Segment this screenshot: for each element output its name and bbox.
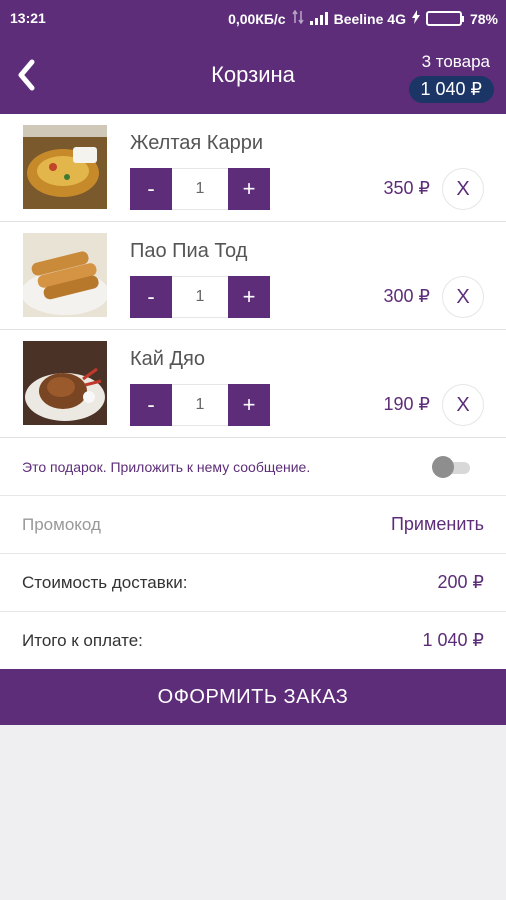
total-label: Итого к оплате: xyxy=(22,630,143,650)
item-name: Кай Дяо xyxy=(130,348,205,370)
item-photo xyxy=(23,341,107,425)
quantity-value[interactable]: 1 xyxy=(172,276,228,318)
remove-item-button[interactable]: X xyxy=(442,276,484,318)
quantity-stepper: - 1 + xyxy=(130,276,270,318)
decrease-button[interactable]: - xyxy=(130,276,172,318)
network-speed: 0,00КБ/с xyxy=(228,10,286,27)
promo-row: Применить xyxy=(0,496,506,554)
cart-item: Пао Пиа Тод - 1 + 300 ₽ X xyxy=(0,222,506,330)
gift-toggle[interactable] xyxy=(432,456,472,478)
cart-content: Желтая Карри - 1 + 350 ₽ X Пао Пиа Тод -… xyxy=(0,114,506,670)
toggle-knob xyxy=(432,456,454,478)
signal-bars-icon xyxy=(309,12,328,25)
quantity-value[interactable]: 1 xyxy=(172,168,228,210)
total-value: 1 040 ₽ xyxy=(422,630,485,650)
cart-item: Желтая Карри - 1 + 350 ₽ X xyxy=(0,114,506,222)
checkout-button[interactable]: ОФОРМИТЬ ЗАКАЗ xyxy=(0,669,506,725)
status-bar: 13:21 0,00КБ/с Beeline 4G 78% xyxy=(0,0,506,36)
battery-percent: 78% xyxy=(469,10,498,27)
item-price: 300 ₽ xyxy=(383,286,431,306)
item-name: Желтая Карри xyxy=(130,132,263,154)
status-right: 0,00КБ/с Beeline 4G 78% xyxy=(228,9,498,27)
total-row: Итого к оплате: 1 040 ₽ xyxy=(0,612,506,670)
item-photo xyxy=(23,233,107,317)
status-time: 13:21 xyxy=(10,10,46,26)
increase-button[interactable]: + xyxy=(228,168,270,210)
gift-label: Это подарок. Приложить к нему сообщение. xyxy=(22,458,311,475)
quantity-stepper: - 1 + xyxy=(130,384,270,426)
remove-item-button[interactable]: X xyxy=(442,384,484,426)
app-header: Корзина 3 товара 1 040 ₽ xyxy=(0,36,506,114)
increase-button[interactable]: + xyxy=(228,384,270,426)
increase-button[interactable]: + xyxy=(228,276,270,318)
cart-item: Кай Дяо - 1 + 190 ₽ X xyxy=(0,330,506,438)
battery-icon xyxy=(425,11,464,26)
decrease-button[interactable]: - xyxy=(130,168,172,210)
quantity-value[interactable]: 1 xyxy=(172,384,228,426)
cart-total-badge: 1 040 ₽ xyxy=(408,76,494,103)
cart-items-count: 3 товара xyxy=(421,52,490,71)
item-photo xyxy=(23,125,107,209)
item-price: 190 ₽ xyxy=(383,394,431,414)
item-name: Пао Пиа Тод xyxy=(130,240,248,262)
apply-promo-button[interactable]: Применить xyxy=(391,514,484,535)
promo-code-input[interactable] xyxy=(22,514,391,535)
delivery-value: 200 ₽ xyxy=(437,572,485,592)
lightning-icon xyxy=(411,10,420,27)
quantity-stepper: - 1 + xyxy=(130,168,270,210)
delivery-row: Стоимость доставки: 200 ₽ xyxy=(0,554,506,612)
arrows-updown-icon xyxy=(291,9,304,27)
decrease-button[interactable]: - xyxy=(130,384,172,426)
carrier: Beeline 4G xyxy=(333,10,406,27)
item-price: 350 ₽ xyxy=(383,178,431,198)
delivery-label: Стоимость доставки: xyxy=(22,572,188,592)
remove-item-button[interactable]: X xyxy=(442,168,484,210)
gift-row: Это подарок. Приложить к нему сообщение. xyxy=(0,438,506,496)
